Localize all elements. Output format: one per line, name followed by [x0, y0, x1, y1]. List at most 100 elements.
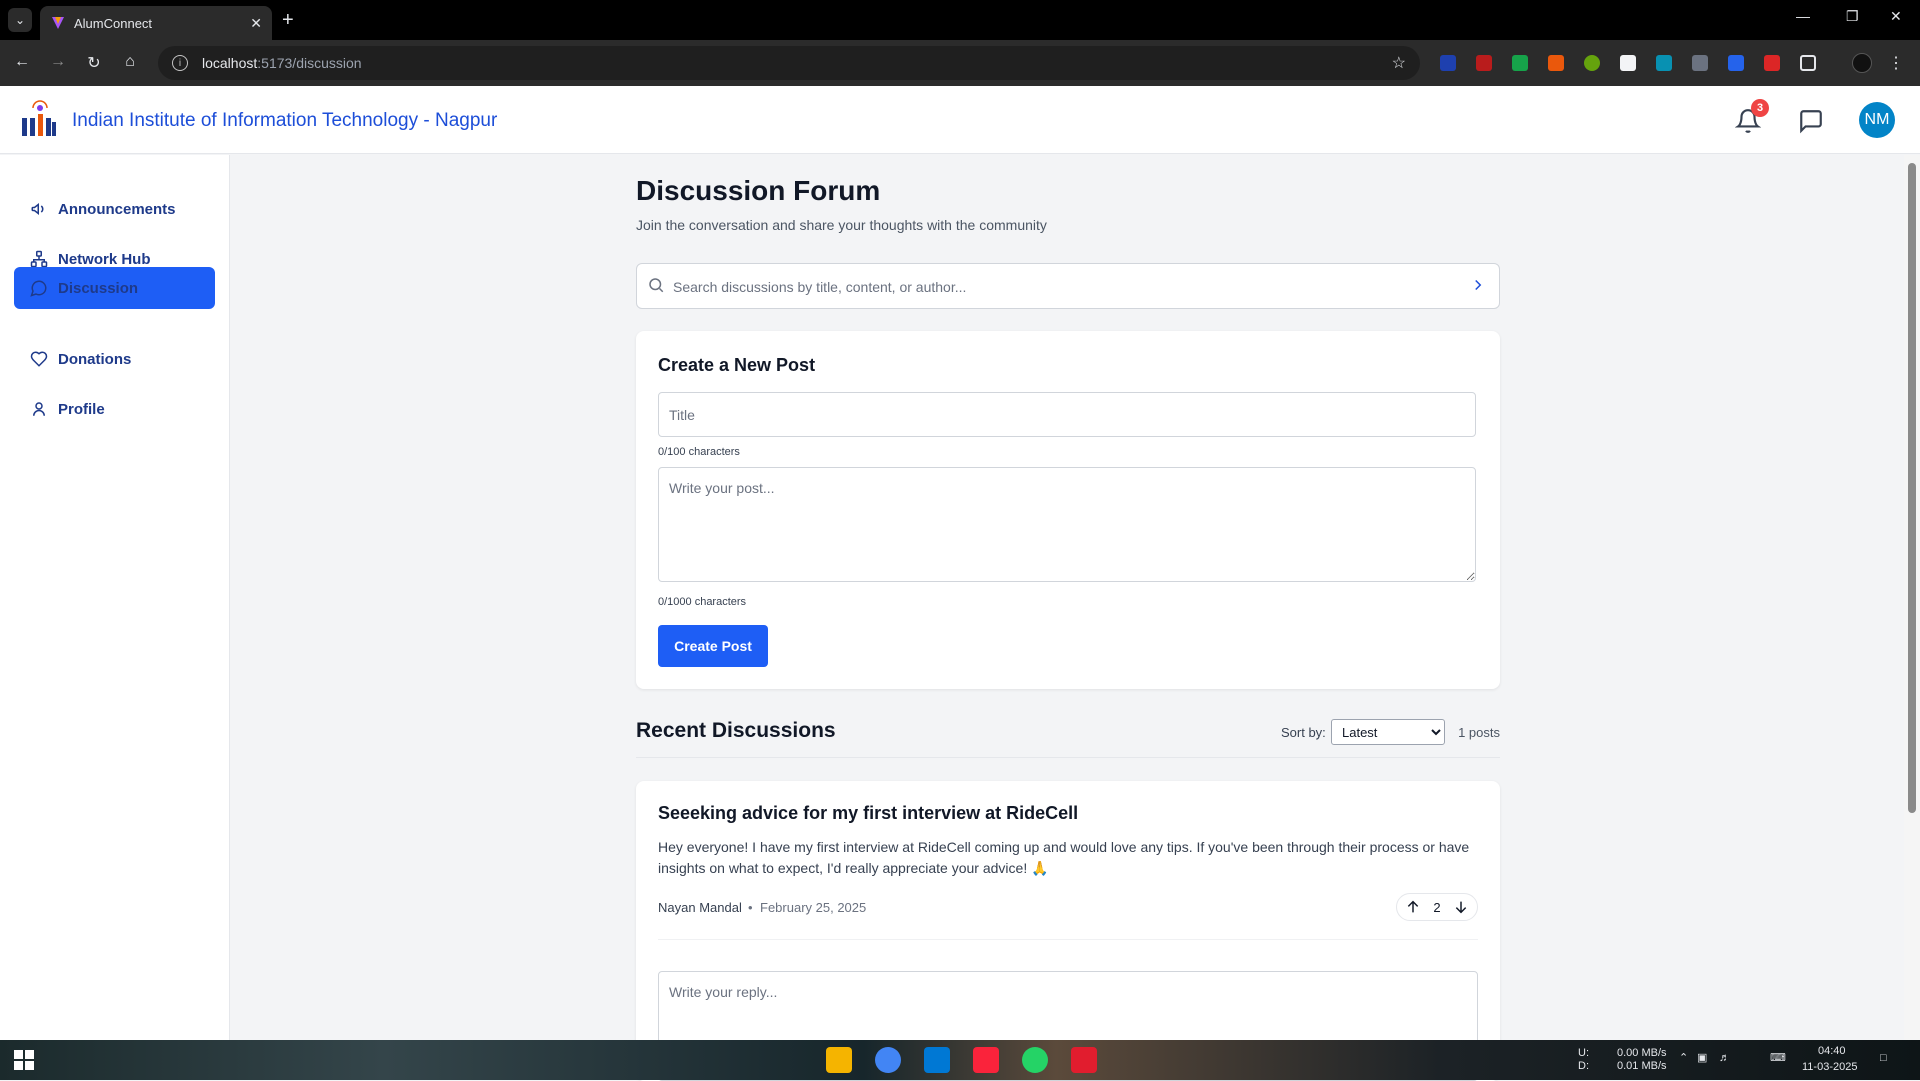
keyboard-icon[interactable]: ⌨: [1770, 1052, 1786, 1065]
browser-tab-bar: ⌄ AlumConnect ✕ + — ❐ ✕: [0, 0, 1920, 40]
extension-icon[interactable]: [1692, 55, 1708, 71]
divider: [636, 757, 1500, 758]
chevron-right-icon[interactable]: [1469, 276, 1487, 294]
create-post-button[interactable]: Create Post: [658, 625, 768, 667]
extension-icon[interactable]: [1764, 55, 1780, 71]
extension-icon[interactable]: [1548, 55, 1564, 71]
browser-menu-icon[interactable]: ⋮: [1886, 53, 1906, 73]
divider: [658, 939, 1478, 940]
extension-icon[interactable]: [1656, 55, 1672, 71]
file-explorer-icon[interactable]: [826, 1047, 852, 1073]
institute-logo-icon: [22, 100, 56, 136]
app-favicon-icon: [52, 17, 64, 29]
tab-list-chevron-icon[interactable]: ⌄: [8, 8, 32, 32]
post-date: February 25, 2025: [760, 900, 867, 915]
meta-separator: •: [748, 900, 753, 915]
post-body: Hey everyone! I have my first interview …: [658, 839, 1470, 876]
vote-control: 2: [1396, 893, 1478, 921]
upvote-arrow-icon[interactable]: [1405, 899, 1421, 915]
post-title-input[interactable]: [658, 392, 1476, 437]
discussion-post: Seeeking advice for my first interview a…: [636, 781, 1500, 1081]
tray-expand-icon[interactable]: ⌃: [1679, 1052, 1688, 1065]
page-scrollbar[interactable]: [1904, 155, 1920, 1040]
create-post-heading: Create a New Post: [658, 355, 816, 375]
post-body-textarea[interactable]: [658, 467, 1476, 582]
heart-icon: [30, 351, 48, 367]
pdf-reader-icon[interactable]: [1071, 1047, 1097, 1073]
network-icon: [30, 250, 48, 268]
extension-icon[interactable]: [1512, 55, 1528, 71]
net-up-speed: 0.00 MB/s: [1617, 1047, 1667, 1059]
clock-time[interactable]: 04:40: [1818, 1045, 1846, 1058]
url-host: localhost: [202, 55, 258, 71]
search-input[interactable]: [673, 274, 1453, 300]
title-char-counter: 0/100 characters: [658, 446, 740, 458]
page-subtitle: Join the conversation and share your tho…: [636, 217, 1047, 233]
chrome-icon[interactable]: [875, 1047, 901, 1073]
music-icon[interactable]: [973, 1047, 999, 1073]
body-char-counter: 0/1000 characters: [658, 596, 747, 608]
post-author[interactable]: Nayan Mandal: [658, 900, 742, 915]
clock-date[interactable]: 11-03-2025: [1802, 1061, 1857, 1074]
back-arrow-icon[interactable]: ←: [12, 53, 32, 71]
post-title[interactable]: Seeeking advice for my first interview a…: [658, 803, 1078, 824]
bookmark-star-icon[interactable]: ☆: [1392, 53, 1406, 73]
net-down-label: D:: [1578, 1060, 1589, 1072]
sidebar-item-discussion[interactable]: Discussion: [14, 267, 215, 309]
sort-label: Sort by:: [1281, 725, 1326, 740]
tab-title: AlumConnect: [74, 15, 153, 31]
extension-icon[interactable]: [1584, 55, 1600, 71]
new-tab-plus-icon[interactable]: +: [282, 8, 294, 32]
extension-icon[interactable]: [1728, 55, 1744, 71]
sidebar-item-label: Donations: [58, 350, 132, 368]
window-close-icon[interactable]: ✕: [1890, 8, 1902, 25]
vscode-icon[interactable]: [924, 1047, 950, 1073]
network-icon[interactable]: ▣: [1697, 1052, 1707, 1065]
sidebar-item-label: Announcements: [58, 200, 176, 218]
scrollbar-thumb[interactable]: [1908, 163, 1916, 813]
url-path: :5173/discussion: [257, 55, 362, 71]
extension-icon[interactable]: [1620, 55, 1636, 71]
user-avatar[interactable]: NM: [1859, 102, 1895, 138]
post-count: 1 posts: [1458, 725, 1500, 740]
sidebar-item-donations[interactable]: Donations: [14, 338, 215, 380]
net-down-speed: 0.01 MB/s: [1617, 1060, 1667, 1072]
sidebar: Announcements Network Hub Discussion Don…: [0, 155, 230, 1040]
os-taskbar: U: D: 0.00 MB/s 0.01 MB/s ⌃ ▣ ♬ ⌨ 04:40 …: [0, 1040, 1920, 1080]
whatsapp-icon[interactable]: [1022, 1047, 1048, 1073]
page-title: Discussion Forum: [636, 175, 881, 206]
browser-tab[interactable]: AlumConnect ✕: [40, 6, 272, 40]
tab-close-icon[interactable]: ✕: [250, 15, 262, 32]
restore-icon[interactable]: ❐: [1846, 8, 1859, 25]
notification-center-icon[interactable]: □: [1880, 1052, 1887, 1065]
sidebar-item-profile[interactable]: Profile: [14, 388, 215, 430]
create-post-card: Create a New Post 0/100 characters 0/100…: [636, 331, 1500, 689]
megaphone-icon: [31, 202, 44, 216]
extensions-puzzle-icon[interactable]: [1800, 55, 1816, 71]
sidebar-item-label: Discussion: [58, 279, 139, 297]
profile-icon[interactable]: [1852, 53, 1872, 73]
address-bar[interactable]: i localhost:5173/discussion ☆: [158, 46, 1420, 80]
windows-start-icon[interactable]: [14, 1050, 34, 1070]
forward-arrow-icon[interactable]: →: [48, 53, 68, 71]
extension-icon[interactable]: [1476, 55, 1492, 71]
sidebar-item-announcements[interactable]: Announcements: [14, 188, 215, 230]
extension-icon[interactable]: [1440, 55, 1456, 71]
site-info-icon[interactable]: i: [172, 55, 188, 71]
sidebar-item-label: Network Hub: [58, 250, 151, 268]
home-icon[interactable]: ⌂: [120, 53, 140, 71]
search-bar: [636, 263, 1500, 309]
volume-icon[interactable]: ♬: [1719, 1052, 1730, 1065]
vote-count: 2: [1433, 899, 1441, 915]
messages-icon[interactable]: [1798, 108, 1824, 134]
search-icon: [649, 278, 664, 293]
chat-bubble-icon: [30, 280, 47, 297]
minimize-icon[interactable]: —: [1796, 8, 1810, 24]
notification-count-badge: 3: [1751, 99, 1769, 117]
net-up-label: U:: [1578, 1047, 1589, 1059]
reload-icon[interactable]: ↻: [84, 53, 104, 73]
institute-name[interactable]: Indian Institute of Information Technolo…: [72, 110, 497, 132]
sort-select[interactable]: Latest: [1331, 719, 1445, 745]
sidebar-item-label: Profile: [58, 400, 105, 418]
downvote-arrow-icon[interactable]: [1453, 899, 1469, 915]
